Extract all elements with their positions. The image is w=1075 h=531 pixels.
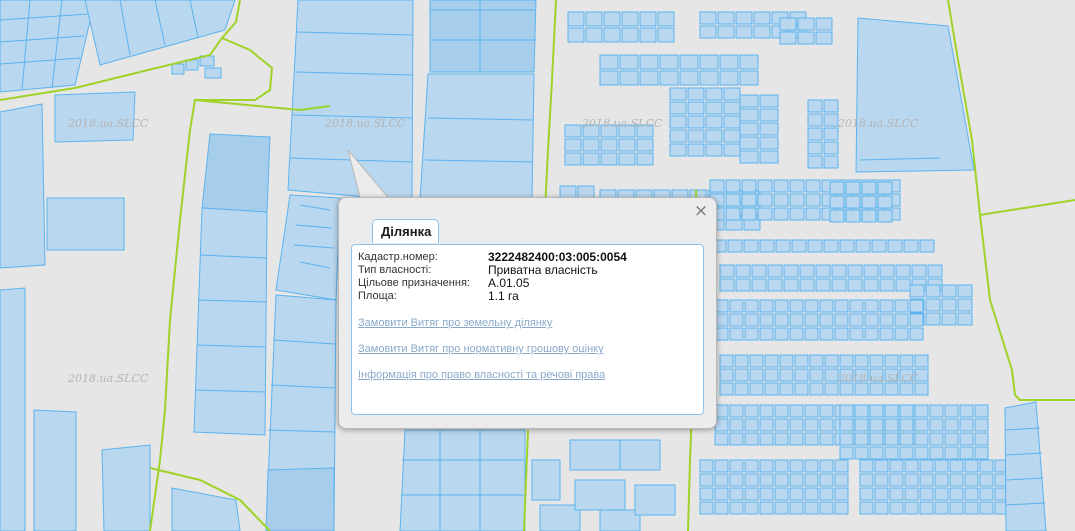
action-links: Замовити Витяг про земельну ділянку Замо… — [358, 317, 703, 381]
field-label: Тип власності: — [358, 264, 432, 276]
parcel-info-panel: Кадастр.номер: 3222482400:03:005:0054 Ти… — [351, 244, 704, 415]
tab-parcel[interactable]: Ділянка — [372, 219, 440, 243]
order-valuation-extract-link[interactable]: Замовити Витяг про нормативну грошову оц… — [358, 343, 703, 355]
order-land-extract-link[interactable]: Замовити Витяг про земельну ділянку — [358, 317, 703, 329]
watermark: 2018.ua.SLCC — [838, 372, 919, 385]
close-icon[interactable]: × — [693, 203, 709, 220]
field-label: Цільове призначення: — [358, 277, 470, 289]
watermark: 2018.ua.SLCC — [325, 117, 406, 130]
watermark: 2018.ua.SLCC — [68, 372, 149, 385]
field-label: Площа: — [358, 290, 397, 302]
field-label: Кадастр.номер: — [358, 251, 438, 263]
watermark: 2018.ua.SLCC — [68, 117, 149, 130]
field-value: 1.1 га — [488, 289, 519, 303]
parcel-info-popup: × Ділянка Кадастр.номер: 3222482400:03:0… — [338, 197, 717, 429]
parcel-attributes: Кадастр.номер: 3222482400:03:005:0054 Ти… — [358, 251, 627, 303]
field-area: Площа: 1.1 га — [358, 290, 627, 303]
watermark: 2018.ua.SLCC — [582, 117, 663, 130]
watermark: 2018.ua.SLCC — [838, 117, 919, 130]
ownership-rights-info-link[interactable]: Інформація про право власності та речові… — [358, 369, 703, 381]
